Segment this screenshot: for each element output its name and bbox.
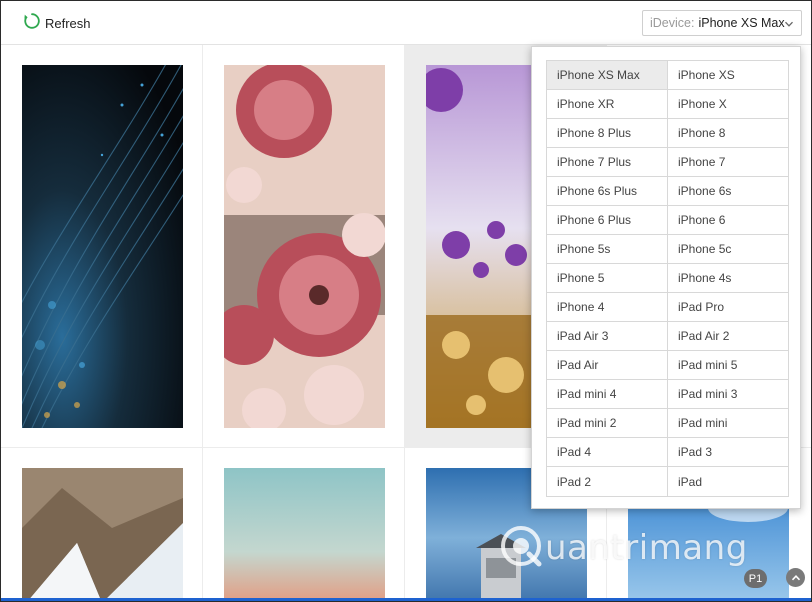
back-to-top-button[interactable]	[786, 568, 805, 587]
device-option[interactable]: iPad Pro	[668, 293, 789, 322]
device-option[interactable]: iPad mini 4	[547, 380, 668, 409]
refresh-icon	[23, 12, 41, 35]
device-option[interactable]: iPhone 7 Plus	[547, 148, 668, 177]
chevron-up-icon	[791, 574, 800, 580]
wallpaper-cell[interactable]	[1, 45, 203, 448]
device-option[interactable]: iPad mini 3	[668, 380, 789, 409]
device-option[interactable]: iPad Air	[547, 351, 668, 380]
refresh-label: Refresh	[45, 15, 91, 31]
device-option[interactable]: iPhone 4s	[668, 264, 789, 293]
wallpaper-cell[interactable]	[203, 448, 405, 601]
device-select-key: iDevice:	[650, 16, 695, 30]
device-option[interactable]: iPhone 6s	[668, 177, 789, 206]
app-window: Refresh iDevice: iPhone XS Max iPhone XS…	[0, 0, 812, 602]
device-option[interactable]: iPhone XS	[668, 61, 789, 90]
device-option[interactable]: iPad mini 2	[547, 409, 668, 438]
device-select-value: iPhone XS Max	[698, 16, 785, 30]
wallpaper-blue-light-streaks[interactable]	[22, 65, 183, 428]
device-option[interactable]: iPhone 5c	[668, 235, 789, 264]
device-option[interactable]: iPhone 7	[668, 148, 789, 177]
device-option[interactable]: iPhone 4	[547, 293, 668, 322]
device-option[interactable]: iPad mini 5	[668, 351, 789, 380]
bottom-status-bar	[1, 598, 811, 601]
device-option[interactable]: iPhone 8 Plus	[547, 119, 668, 148]
wallpaper-cell[interactable]	[203, 45, 405, 448]
wallpaper-pink-dahlias[interactable]	[224, 65, 385, 428]
wallpaper-pastel-sky[interactable]	[224, 468, 385, 601]
device-option[interactable]: iPad Air 3	[547, 322, 668, 351]
device-dropdown: iPhone XS Max iPhone XS iPhone XR iPhone Xi…	[531, 46, 801, 509]
device-option[interactable]: iPhone 6s Plus	[547, 177, 668, 206]
device-option[interactable]: iPhone 6	[668, 206, 789, 235]
device-option[interactable]: iPhone XS Max	[547, 61, 668, 90]
chevron-down-icon	[784, 18, 794, 28]
device-option[interactable]: iPhone 8	[668, 119, 789, 148]
device-option[interactable]: iPhone XR	[547, 90, 668, 119]
device-option[interactable]: iPhone 6 Plus	[547, 206, 668, 235]
toolbar: Refresh iDevice: iPhone XS Max	[1, 1, 811, 45]
device-option[interactable]: iPad	[668, 467, 789, 496]
device-option[interactable]: iPad mini	[668, 409, 789, 438]
device-option[interactable]: iPad Air 2	[668, 322, 789, 351]
device-option[interactable]: iPhone 5s	[547, 235, 668, 264]
device-option[interactable]: iPhone 5	[547, 264, 668, 293]
device-option[interactable]: iPad 3	[668, 438, 789, 467]
device-option[interactable]: iPad 2	[547, 467, 668, 496]
device-options-table: iPhone XS Max iPhone XS iPhone XR iPhone Xi…	[546, 60, 789, 497]
device-option[interactable]: iPad 4	[547, 438, 668, 467]
device-select[interactable]: iDevice: iPhone XS Max	[642, 10, 802, 36]
page-indicator[interactable]: P1	[744, 569, 767, 588]
wallpaper-rock-arch[interactable]	[22, 468, 183, 601]
device-option[interactable]: iPhone X	[668, 90, 789, 119]
wallpaper-cell[interactable]	[1, 448, 203, 601]
refresh-button[interactable]: Refresh	[23, 12, 91, 34]
